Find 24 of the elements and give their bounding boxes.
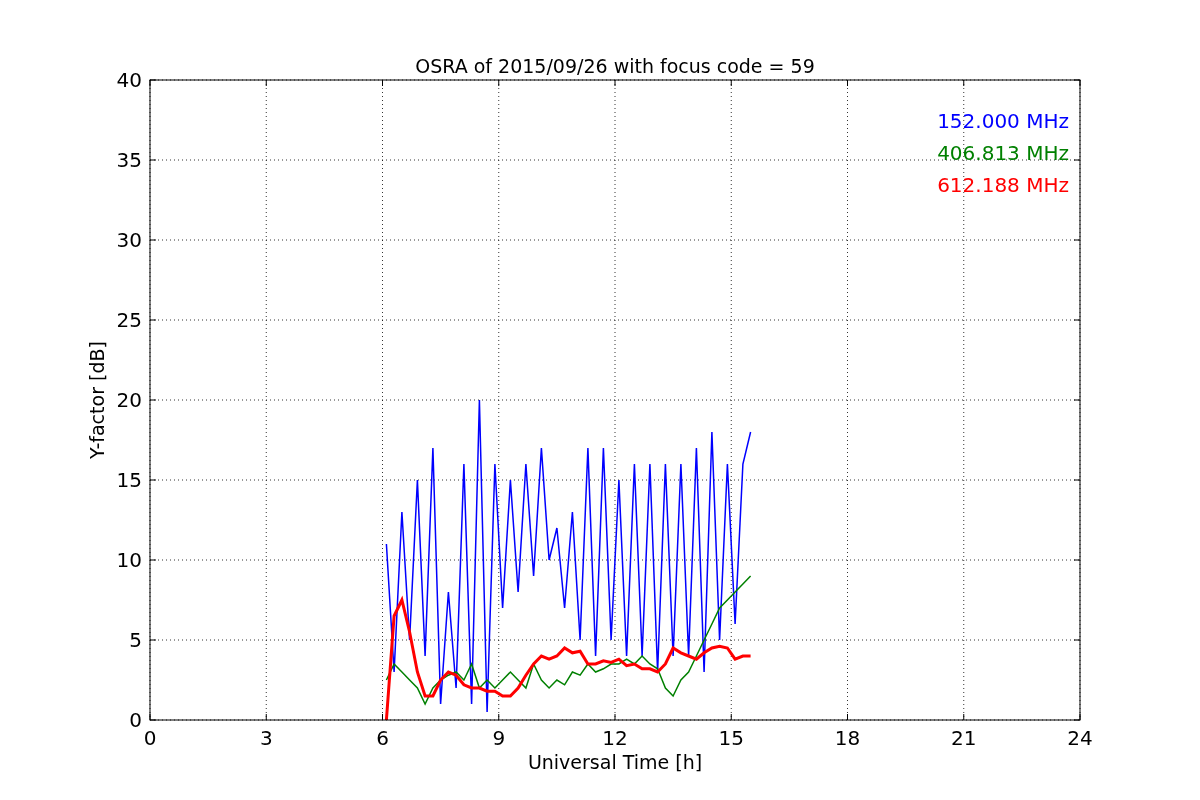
tick-label: 5 [129, 628, 142, 652]
legend-label: 612.188 MHz [937, 173, 1069, 197]
tick-label: 9 [492, 726, 506, 750]
chart-title: OSRA of 2015/09/26 with focus code = 59 [415, 55, 815, 77]
tick-label: 15 [116, 468, 142, 492]
tick-label: 6 [376, 726, 389, 750]
tick-label: 18 [834, 726, 861, 750]
y-axis-label: Y-factor [dB] [86, 341, 108, 459]
tick-label: 0 [143, 726, 157, 750]
tick-label: 35 [116, 148, 142, 172]
tick-label: 15 [718, 726, 744, 750]
x-axis-label: Universal Time [h] [527, 751, 703, 773]
tick-label: 0 [129, 708, 142, 732]
tick-label: 10 [116, 548, 142, 572]
tick-label: 30 [116, 228, 142, 252]
legend-label: 152.000 MHz [937, 109, 1069, 133]
tick-label: 40 [116, 68, 142, 92]
legend-label: 406.813 MHz [937, 141, 1069, 165]
tick-label: 25 [116, 308, 142, 332]
tick-label: 21 [951, 726, 977, 750]
tick-label: 24 [1067, 726, 1093, 750]
tick-label: 20 [116, 388, 142, 412]
tick-label: 3 [259, 726, 273, 750]
tick-label: 12 [602, 726, 628, 750]
